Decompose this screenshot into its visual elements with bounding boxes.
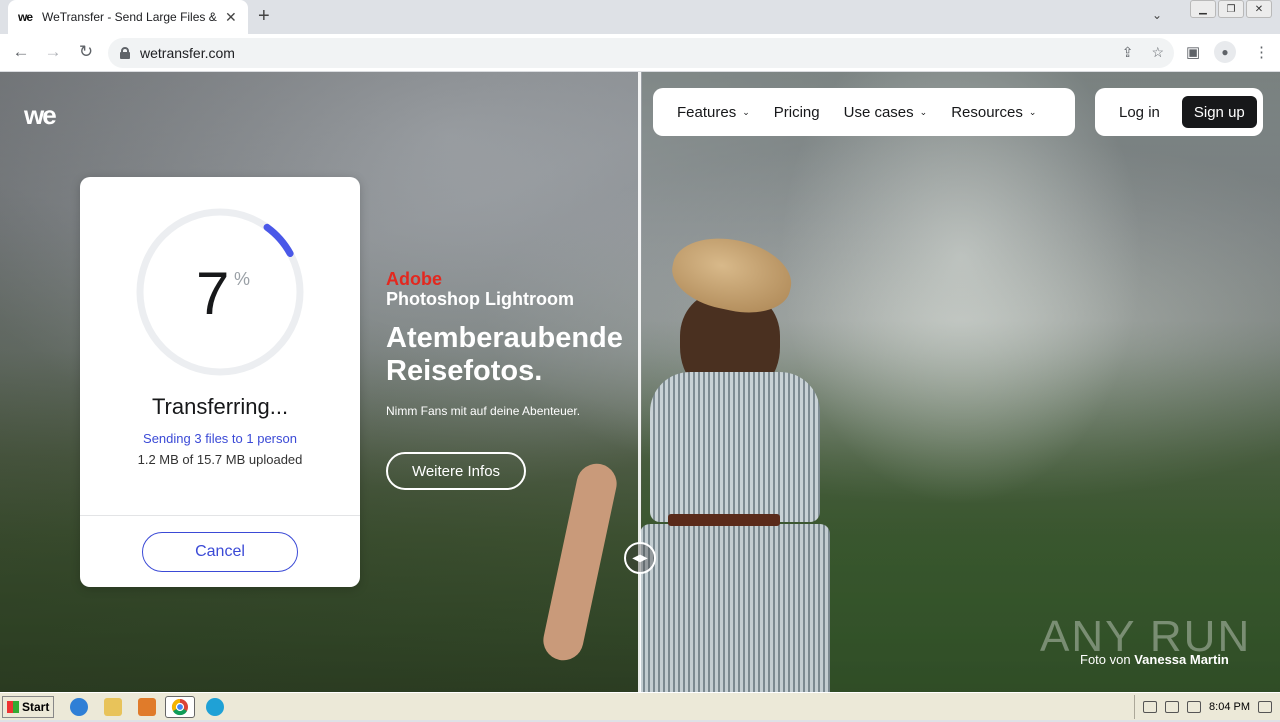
ad-subline: Nimm Fans mit auf deine Abenteuer. bbox=[386, 404, 581, 418]
woman-belt bbox=[668, 514, 780, 526]
edge-icon[interactable] bbox=[206, 698, 224, 716]
start-label: Start bbox=[22, 700, 50, 714]
side-panel-icon[interactable]: ▣ bbox=[1186, 43, 1200, 61]
taskbar: Start 8:04 PM bbox=[0, 692, 1280, 720]
minimize-icon[interactable]: ▁ bbox=[1190, 0, 1216, 18]
more-info-button[interactable]: Weitere Infos bbox=[386, 452, 526, 490]
comparison-divider[interactable] bbox=[638, 72, 641, 692]
nav-resources-label: Resources bbox=[951, 103, 1023, 121]
chevron-down-icon: ⌄ bbox=[1028, 106, 1037, 117]
url-text: wetransfer.com bbox=[140, 45, 235, 61]
nav-pricing[interactable]: Pricing bbox=[774, 104, 820, 121]
chrome-taskbar-button[interactable] bbox=[165, 696, 195, 718]
cancel-button[interactable]: Cancel bbox=[142, 532, 298, 572]
wetransfer-logo[interactable]: we bbox=[24, 100, 57, 131]
profile-avatar-icon[interactable]: ● bbox=[1214, 41, 1236, 63]
nav-features[interactable]: Features ⌄ bbox=[677, 104, 750, 121]
flag-icon[interactable] bbox=[1187, 701, 1202, 713]
transfer-status: Transferring... bbox=[151, 394, 289, 419]
transfer-panel: 7 % Transferring... Sending 3 files to 1… bbox=[80, 177, 360, 587]
more-menu-icon[interactable]: ⋮ bbox=[1254, 43, 1269, 61]
chrome-icon bbox=[171, 698, 188, 716]
browser-toolbar: ← → ↻ wetransfer.com ⇪ ☆ ▣ ● ⋮ bbox=[0, 34, 1280, 72]
ie-icon[interactable] bbox=[70, 698, 88, 716]
nav-use-cases-label: Use cases bbox=[843, 103, 914, 121]
window-controls: ▁ ❐ ✕ bbox=[1190, 0, 1272, 18]
card-divider bbox=[80, 515, 360, 516]
back-arrow-icon[interactable]: ← bbox=[10, 42, 32, 62]
nav-pricing-label: Pricing bbox=[773, 103, 820, 121]
percent-sign: % bbox=[234, 269, 251, 289]
sending-summary: Sending 3 files to 1 person bbox=[143, 431, 297, 446]
ad-headline: Atemberaubende Reisefotos. bbox=[386, 322, 623, 387]
chevron-down-icon: ⌄ bbox=[919, 106, 928, 117]
system-tray: 8:04 PM bbox=[1134, 695, 1280, 719]
page-viewport: ◀▶ we Features ⌄ Pricing Use cases ⌄ Res… bbox=[0, 72, 1280, 692]
nav-resources[interactable]: Resources ⌄ bbox=[951, 104, 1036, 121]
login-link[interactable]: Log in bbox=[1119, 104, 1160, 121]
show-desktop-icon[interactable] bbox=[1258, 701, 1272, 713]
restore-icon[interactable]: ❐ bbox=[1218, 0, 1244, 18]
windows-logo-icon bbox=[7, 701, 19, 713]
browser-tab[interactable]: we WeTransfer - Send Large Files & Sha ✕ bbox=[8, 0, 248, 34]
photo-credit-name: Vanessa Martin bbox=[1134, 652, 1229, 667]
start-button[interactable]: Start bbox=[2, 696, 54, 718]
auth-box: Log in Sign up bbox=[1095, 88, 1263, 136]
ad-product: Photoshop Lightroom bbox=[386, 289, 574, 309]
ad-brand: Adobe bbox=[386, 269, 442, 289]
explorer-folder-icon[interactable] bbox=[104, 698, 122, 716]
volume-icon[interactable] bbox=[1143, 701, 1158, 713]
tab-strip: we WeTransfer - Send Large Files & Sha ✕… bbox=[0, 0, 1280, 34]
bookmark-star-icon[interactable]: ☆ bbox=[1151, 44, 1164, 61]
clock: 8:04 PM bbox=[1209, 701, 1250, 713]
lock-icon[interactable] bbox=[120, 47, 130, 59]
nav-use-cases[interactable]: Use cases ⌄ bbox=[844, 104, 928, 121]
share-icon[interactable]: ⇪ bbox=[1122, 44, 1134, 61]
main-nav: Features ⌄ Pricing Use cases ⌄ Resources… bbox=[653, 88, 1075, 136]
nav-features-label: Features bbox=[677, 103, 737, 121]
woman-dress-skirt bbox=[640, 524, 830, 692]
woman-dress-top bbox=[650, 372, 820, 522]
new-tab-icon[interactable]: + bbox=[258, 6, 270, 26]
media-player-icon[interactable] bbox=[138, 698, 156, 716]
comparison-slider-handle-icon[interactable]: ◀▶ bbox=[624, 542, 656, 574]
photo-credit-prefix: Foto von bbox=[1080, 652, 1131, 667]
tab-title: WeTransfer - Send Large Files & Sha bbox=[42, 10, 217, 24]
tab-search-chevron-icon[interactable]: ⌄ bbox=[1152, 8, 1162, 22]
signup-button[interactable]: Sign up bbox=[1181, 96, 1257, 128]
reload-icon[interactable]: ↻ bbox=[75, 42, 97, 62]
wetransfer-favicon-icon: we bbox=[18, 10, 33, 24]
upload-size: 1.2 MB of 15.7 MB uploaded bbox=[137, 452, 303, 467]
chevron-down-icon: ⌄ bbox=[742, 106, 750, 117]
window-close-icon[interactable]: ✕ bbox=[1246, 0, 1272, 18]
progress-percent: 7 bbox=[196, 260, 230, 327]
network-icon[interactable] bbox=[1165, 701, 1180, 713]
close-tab-icon[interactable]: ✕ bbox=[225, 9, 237, 26]
forward-arrow-icon[interactable]: → bbox=[42, 42, 64, 62]
address-bar[interactable]: wetransfer.com ⇪ ☆ bbox=[108, 38, 1174, 68]
photo-credit: Foto von Vanessa Martin bbox=[1080, 652, 1229, 667]
